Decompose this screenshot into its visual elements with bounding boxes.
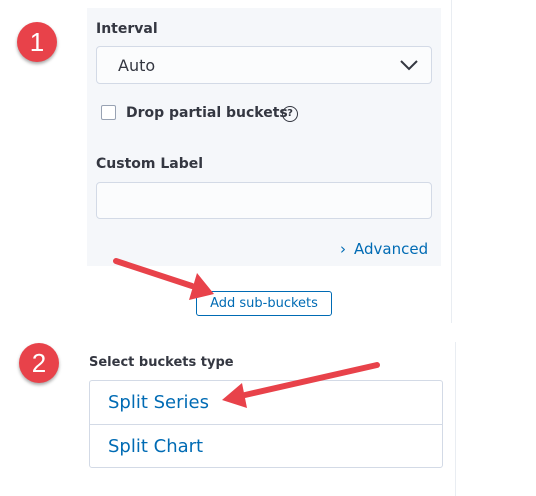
select-buckets-type-label: Select buckets type (89, 355, 234, 370)
custom-label-input[interactable] (96, 182, 432, 219)
annotation-badge-1: 1 (17, 22, 57, 62)
advanced-toggle-link[interactable]: › Advanced (340, 240, 428, 258)
panel-divider (451, 0, 452, 323)
question-circle-icon[interactable]: ? (282, 106, 298, 122)
chevron-down-icon (400, 60, 418, 71)
buckets-type-list: Split Series Split Chart (89, 380, 443, 468)
add-sub-buckets-button[interactable]: Add sub-buckets (196, 291, 332, 316)
split-chart-option[interactable]: Split Chart (90, 424, 442, 467)
custom-label-heading: Custom Label (96, 156, 204, 172)
panel-divider (455, 342, 456, 496)
interval-selected-value: Auto (118, 56, 156, 75)
drop-partial-buckets-label[interactable]: Drop partial buckets (126, 105, 288, 121)
drop-partial-buckets-checkbox[interactable] (101, 105, 116, 120)
interval-select[interactable]: Auto (96, 46, 432, 84)
annotation-badge-2: 2 (19, 343, 59, 383)
interval-label: Interval (96, 21, 158, 37)
advanced-label: Advanced (354, 240, 429, 258)
split-series-option[interactable]: Split Series (90, 381, 442, 424)
chevron-right-icon: › (340, 240, 346, 258)
